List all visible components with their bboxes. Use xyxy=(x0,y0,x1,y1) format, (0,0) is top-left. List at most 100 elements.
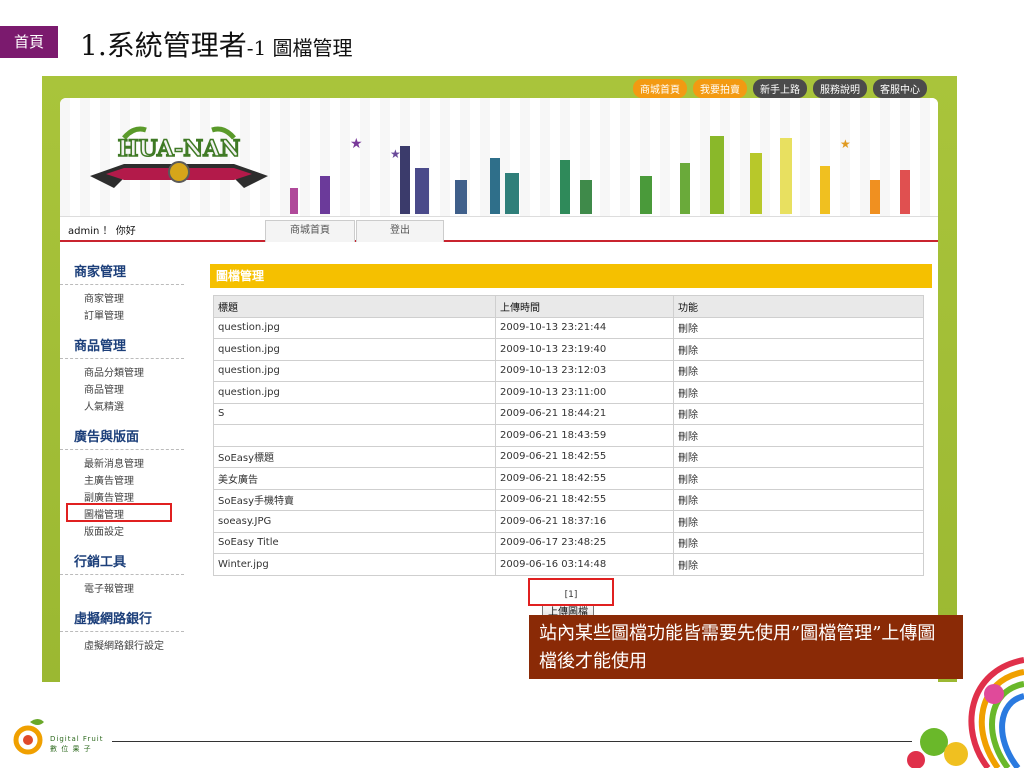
sidebar-section-merchant: 商家管理 xyxy=(60,244,184,285)
cell-title: question.jpg xyxy=(213,316,496,339)
footer-brand-zh: 數 位 果 子 xyxy=(50,745,92,753)
site-screenshot-frame: 商城首頁 我要拍賣 新手上路 服務說明 客服中心 HUA-NAN ★ ★ ★ a… xyxy=(42,76,957,682)
cell-upload-time: 2009-06-21 18:42:55 xyxy=(495,467,674,490)
greeting-text: admin ！ 你好 xyxy=(68,226,136,237)
sidebar-section-marketing: 行銷工具 xyxy=(60,541,184,575)
sidebar-item-category-manage[interactable]: 商品分類管理 xyxy=(84,365,190,382)
cell-upload-time: 2009-06-17 23:48:25 xyxy=(495,531,674,554)
table-row: question.jpg 2009-10-13 23:11:00 刪除 xyxy=(213,381,924,404)
cell-upload-time: 2009-10-13 23:11:00 xyxy=(495,381,674,404)
table-row: 美女廣告 2009-06-21 18:42:55 刪除 xyxy=(213,467,924,490)
top-nav-beginner[interactable]: 新手上路 xyxy=(753,79,807,98)
cell-title: soeasy.JPG xyxy=(213,510,496,533)
sidebar-section-ads-layout: 廣告與版面 xyxy=(60,416,184,450)
site-page: HUA-NAN ★ ★ ★ admin ！ 你好 商城首頁 登出 商家管理 商家… xyxy=(60,98,938,682)
cell-upload-time: 2009-10-13 23:19:40 xyxy=(495,338,674,361)
sidebar-item-news-manage[interactable]: 最新消息管理 xyxy=(84,456,190,473)
table-header-row: 標題 上傳時間 功能 xyxy=(213,295,924,318)
svg-text:HUA-NAN: HUA-NAN xyxy=(118,136,241,162)
slide-title-sub: -1 圖檔管理 xyxy=(246,36,353,60)
cell-title: SoEasy Title xyxy=(213,531,496,554)
table-row: SoEasy Title 2009-06-17 23:48:25 刪除 xyxy=(213,531,924,554)
hua-nan-logo[interactable]: HUA-NAN xyxy=(84,116,274,206)
pagination[interactable]: [1] xyxy=(60,590,938,600)
cell-upload-time: 2009-06-21 18:42:55 xyxy=(495,488,674,511)
table-row: question.jpg 2009-10-13 23:12:03 刪除 xyxy=(213,359,924,382)
tab-mall-home[interactable]: 商城首頁 xyxy=(265,220,355,242)
slide-title-main: 1.系統管理者 xyxy=(80,29,247,62)
cell-upload-time: 2009-06-21 18:43:59 xyxy=(495,424,674,447)
top-nav-service[interactable]: 服務說明 xyxy=(813,79,867,98)
digital-fruit-logo-icon xyxy=(13,719,44,755)
cell-title: SoEasy標題 xyxy=(213,445,496,468)
delete-link[interactable]: 刪除 xyxy=(673,381,924,404)
panel-header: 圖檔管理 xyxy=(210,264,932,288)
cell-title: question.jpg xyxy=(213,359,496,382)
cell-upload-time: 2009-10-13 23:12:03 xyxy=(495,359,674,382)
top-nav: 商城首頁 我要拍賣 新手上路 服務說明 客服中心 xyxy=(633,79,927,98)
table-row: SoEasy標題 2009-06-21 18:42:55 刪除 xyxy=(213,445,924,468)
sidebar-section-virtual-bank: 虛擬網路銀行 xyxy=(60,598,184,632)
cell-title: question.jpg xyxy=(213,338,496,361)
sidebar-item-popular-picks[interactable]: 人氣精選 xyxy=(84,399,190,416)
sidebar-item-order-manage[interactable]: 訂單管理 xyxy=(84,308,190,325)
delete-link[interactable]: 刪除 xyxy=(673,402,924,425)
home-badge[interactable]: 首頁 xyxy=(0,26,58,58)
svg-text:★: ★ xyxy=(840,137,851,151)
delete-link[interactable]: 刪除 xyxy=(673,488,924,511)
corner-decoration-graphic xyxy=(907,657,1024,768)
table-row: soeasy.JPG 2009-06-21 18:37:16 刪除 xyxy=(213,510,924,533)
delete-link[interactable]: 刪除 xyxy=(673,316,924,339)
table-row: 2009-06-21 18:43:59 刪除 xyxy=(213,424,924,447)
sidebar-section-product: 商品管理 xyxy=(60,325,184,359)
cell-title: S xyxy=(213,402,496,425)
column-header-upload-time: 上傳時間 xyxy=(495,295,674,318)
image-file-table: 標題 上傳時間 功能 question.jpg 2009-10-13 23:21:… xyxy=(213,295,924,576)
site-banner: HUA-NAN ★ ★ ★ xyxy=(60,98,938,216)
cell-upload-time: 2009-06-21 18:37:16 xyxy=(495,510,674,533)
delete-link[interactable]: 刪除 xyxy=(673,424,924,447)
delete-link[interactable]: 刪除 xyxy=(673,445,924,468)
footer-brand: Digital Fruit 數 位 果 子 xyxy=(50,734,103,754)
table-row: question.jpg 2009-10-13 23:21:44 刪除 xyxy=(213,316,924,339)
highlight-box-upload-button xyxy=(528,578,614,606)
slide-title: 1.系統管理者-1 圖檔管理 xyxy=(80,24,353,64)
sidebar-item-main-ad-manage[interactable]: 主廣告管理 xyxy=(84,473,190,490)
cell-upload-time: 2009-06-21 18:44:21 xyxy=(495,402,674,425)
cell-upload-time: 2009-06-21 18:42:55 xyxy=(495,445,674,468)
top-nav-support[interactable]: 客服中心 xyxy=(873,79,927,98)
sidebar-item-layout-settings[interactable]: 版面設定 xyxy=(84,524,190,541)
user-bar: admin ！ 你好 商城首頁 登出 xyxy=(60,216,938,242)
sidebar-item-merchant-manage[interactable]: 商家管理 xyxy=(84,291,190,308)
cell-upload-time: 2009-06-16 03:14:48 xyxy=(495,553,674,576)
cell-upload-time: 2009-10-13 23:21:44 xyxy=(495,316,674,339)
table-row: S 2009-06-21 18:44:21 刪除 xyxy=(213,402,924,425)
table-row: SoEasy手機特賣 2009-06-21 18:42:55 刪除 xyxy=(213,488,924,511)
table-row: question.jpg 2009-10-13 23:19:40 刪除 xyxy=(213,338,924,361)
cell-title: question.jpg xyxy=(213,381,496,404)
sidebar-item-virtual-bank-settings[interactable]: 虛擬網路銀行設定 xyxy=(84,638,190,655)
delete-link[interactable]: 刪除 xyxy=(673,553,924,576)
svg-text:★: ★ xyxy=(390,147,401,161)
svg-text:★: ★ xyxy=(350,136,363,152)
cell-title: 美女廣告 xyxy=(213,467,496,490)
tab-logout[interactable]: 登出 xyxy=(356,220,444,242)
top-nav-sell[interactable]: 我要拍賣 xyxy=(693,79,747,98)
cell-title xyxy=(213,424,496,447)
column-header-title: 標題 xyxy=(213,295,496,318)
footer-brand-en: Digital Fruit xyxy=(50,735,104,743)
highlight-box-image-manage xyxy=(66,503,172,522)
image-manage-panel: 圖檔管理 標題 上傳時間 功能 question.jpg 2009-10-13 2… xyxy=(210,264,932,576)
delete-link[interactable]: 刪除 xyxy=(673,510,924,533)
column-header-function: 功能 xyxy=(673,295,924,318)
sidebar-item-product-manage[interactable]: 商品管理 xyxy=(84,382,190,399)
delete-link[interactable]: 刪除 xyxy=(673,359,924,382)
top-nav-mall-home[interactable]: 商城首頁 xyxy=(633,79,687,98)
footer-divider xyxy=(112,741,912,742)
city-skyline-graphic: ★ ★ ★ xyxy=(290,136,910,214)
delete-link[interactable]: 刪除 xyxy=(673,531,924,554)
cell-title: SoEasy手機特賣 xyxy=(213,488,496,511)
cell-title: Winter.jpg xyxy=(213,553,496,576)
delete-link[interactable]: 刪除 xyxy=(673,467,924,490)
delete-link[interactable]: 刪除 xyxy=(673,338,924,361)
